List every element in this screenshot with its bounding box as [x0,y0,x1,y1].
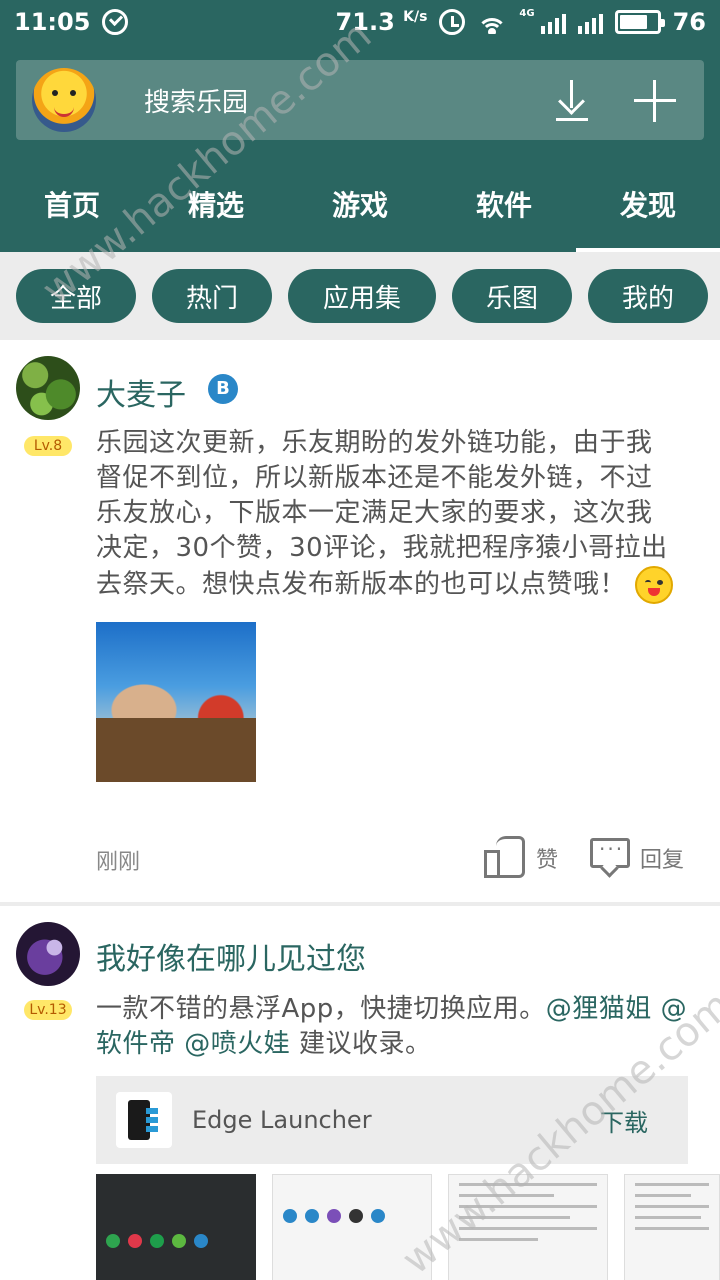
signal-icon-2 [577,10,603,34]
app-screenshot[interactable] [448,1174,608,1280]
verified-badge-icon: B [208,374,238,404]
main-tabs: 首页 精选 游戏 软件 发现 [0,164,720,252]
post-username[interactable]: 大麦子 [96,370,186,414]
post-username[interactable]: 我好像在哪儿见过您 [96,934,366,978]
search-bar[interactable]: 搜索乐园 [16,60,704,140]
filter-hot[interactable]: 热门 [152,269,272,323]
edge-launcher-app-icon [116,1092,172,1148]
search-placeholder[interactable]: 搜索乐园 [144,82,248,119]
app-header: 搜索乐园 首页 精选 游戏 软件 发现 [0,44,720,252]
feed-post: Lv.8 大麦子 B 乐园这次更新，乐友期盼的发外链功能，由于我 督促不到位，所… [0,340,720,902]
network-type: 4G [519,8,535,19]
user-avatar[interactable] [32,68,96,132]
battery-icon [614,10,665,34]
post-avatar[interactable] [16,356,80,420]
screenshot-strip [96,1174,720,1280]
check-circle-icon [102,9,129,35]
mention-link[interactable]: @狸猫姐 [546,994,652,1024]
post-time: 刚刚 [96,850,141,875]
download-icon-base [556,118,588,121]
laughing-emoji-icon [634,566,673,604]
like-button[interactable]: 赞 [536,842,558,874]
mention-link[interactable]: @喷火娃 [184,1029,290,1059]
post-image[interactable] [96,622,256,782]
feed-post: Lv.13 我好像在哪儿见过您 一款不错的悬浮App，快捷切换应用。@狸猫姐 @… [0,906,720,1280]
thumbs-up-icon[interactable] [484,836,526,878]
app-screenshot[interactable] [624,1174,720,1280]
tab-discover[interactable]: 发现 [576,164,720,252]
post-text: 一款不错的悬浮App，快捷切换应用。@狸猫姐 @软件帝 @喷火娃 建议收录。 [96,994,688,1059]
wifi-icon [477,10,508,34]
app-screenshot[interactable] [272,1174,432,1280]
filter-pictures[interactable]: 乐图 [452,269,572,323]
level-badge: Lv.8 [24,436,72,456]
post-avatar[interactable] [16,922,80,986]
tab-software[interactable]: 软件 [432,164,576,252]
download-icon[interactable] [556,78,588,122]
add-icon[interactable] [634,80,676,122]
filter-bar: 全部 热门 应用集 乐图 我的 [0,252,720,340]
signal-icon [540,10,566,34]
app-screenshot[interactable] [96,1174,256,1280]
network-speed: 71.3 K/s [335,8,428,36]
tab-games[interactable]: 游戏 [288,164,432,252]
post-text: 乐园这次更新，乐友期盼的发外链功能，由于我 督促不到位，所以新版本还是不能发外链… [96,426,696,604]
alarm-icon [439,9,466,35]
app-download-button[interactable]: 下载 [600,1103,648,1138]
filter-mine[interactable]: 我的 [588,269,708,323]
status-time: 11:05 [14,8,91,36]
status-bar: 11:05 71.3 K/s 4G 76 [0,0,720,44]
tab-home[interactable]: 首页 [0,164,144,252]
app-card[interactable]: Edge Launcher 下载 [96,1076,688,1164]
battery-level: 76 [672,8,706,36]
reply-button[interactable]: 回复 [640,842,684,874]
comment-icon[interactable] [590,837,630,868]
level-badge: Lv.13 [24,1000,72,1020]
app-name: Edge Launcher [192,1106,372,1134]
tab-featured[interactable]: 精选 [144,164,288,252]
filter-app-collections[interactable]: 应用集 [288,269,436,323]
filter-all[interactable]: 全部 [16,269,136,323]
